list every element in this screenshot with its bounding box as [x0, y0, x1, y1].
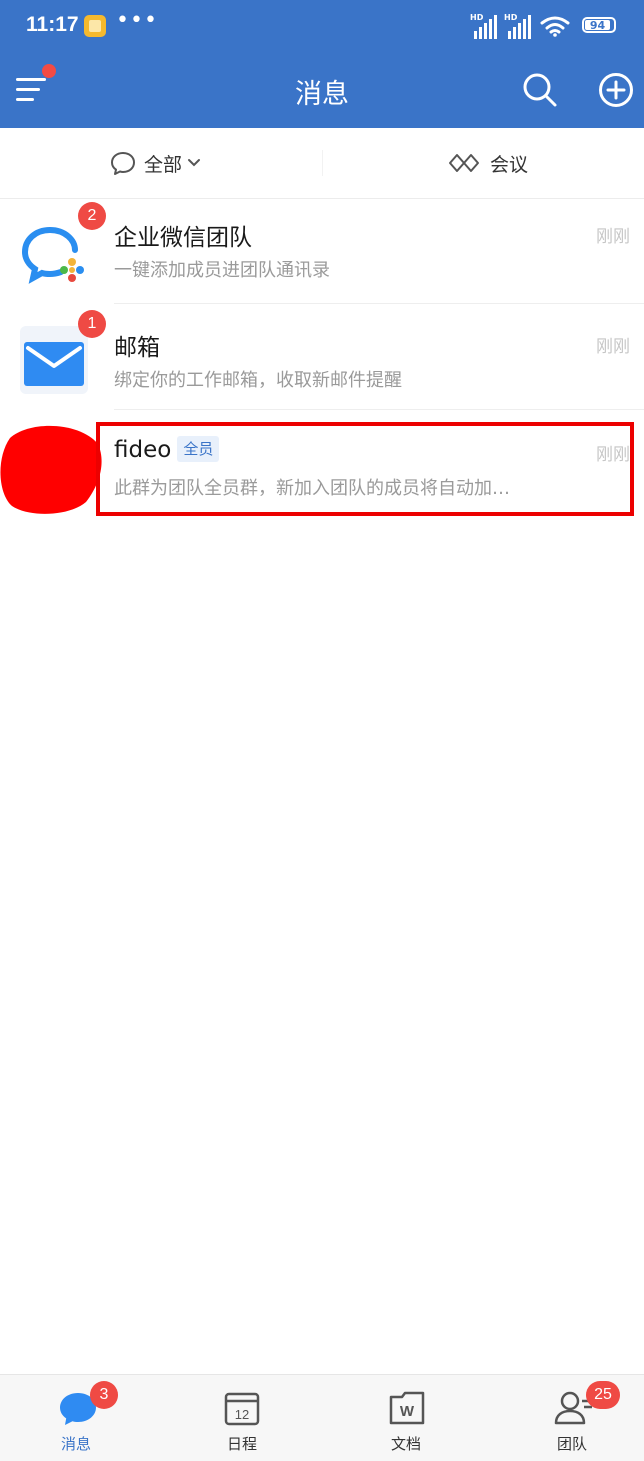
- tab-badge: 3: [90, 1381, 118, 1409]
- redaction-scribble: [0, 425, 102, 514]
- document-icon: W: [389, 1391, 425, 1425]
- tab-team[interactable]: 25 团队: [512, 1375, 632, 1461]
- add-button[interactable]: [598, 72, 634, 108]
- conversation-title: 企业微信团队: [114, 225, 252, 251]
- tab-schedule[interactable]: 12 日程: [182, 1375, 302, 1461]
- bottom-tab-bar: 3 消息 12 日程 W 文档 25 团队: [0, 1374, 644, 1461]
- search-icon: [523, 73, 557, 107]
- battery-level: 94: [585, 20, 610, 31]
- meeting-icon: [449, 154, 479, 172]
- mail-icon: [16, 322, 92, 398]
- doc-letter: W: [400, 1403, 415, 1420]
- more-notifications-icon: •••: [116, 8, 158, 33]
- conversation-time: 刚刚: [596, 337, 630, 357]
- filter-all-dropdown[interactable]: 全部: [110, 149, 210, 177]
- status-time: 11:17: [26, 13, 79, 36]
- signal-icon-2: HD: [504, 13, 532, 39]
- wecom-logo-icon: [20, 220, 88, 288]
- tab-badge: 25: [586, 1381, 620, 1409]
- search-button[interactable]: [522, 72, 558, 108]
- tab-label: 日程: [226, 1435, 257, 1453]
- meeting-label: 会议: [490, 153, 529, 176]
- meeting-tab[interactable]: 会议: [448, 149, 528, 177]
- conversation-item-mailbox[interactable]: 1 邮箱 绑定你的工作邮箱，收取新邮件提醒 刚刚: [0, 304, 644, 410]
- tab-label: 文档: [390, 1435, 421, 1453]
- plus-circle-icon: [599, 73, 633, 107]
- filter-all-label: 全部: [144, 153, 183, 176]
- filter-bar: 全部 会议: [0, 128, 644, 199]
- conversation-preview: 一键添加成员进团队通讯录: [114, 260, 330, 281]
- calendar-icon: 12: [224, 1392, 260, 1426]
- conversation-time: 刚刚: [596, 227, 630, 247]
- status-indicators: HD HD 94: [470, 13, 620, 39]
- status-bar: 11:17 ••• HD HD 94: [0, 0, 644, 52]
- conversation-item-wecom-team[interactable]: 2 企业微信团队 一键添加成员进团队通讯录 刚刚: [0, 198, 644, 304]
- highlight-box: [96, 422, 634, 516]
- tab-label: 消息: [60, 1435, 91, 1453]
- chevron-down-icon: [188, 159, 201, 167]
- wifi-icon: [540, 16, 570, 37]
- battery-icon: 94: [582, 17, 616, 33]
- notification-app-icon: [84, 15, 106, 37]
- tab-documents[interactable]: W 文档: [346, 1375, 466, 1461]
- chat-bubble-outline-icon: [111, 152, 135, 175]
- unread-badge: 2: [78, 202, 106, 230]
- unread-badge: 1: [78, 310, 106, 338]
- signal-icon: HD: [470, 13, 498, 39]
- top-nav-bar: 消息: [0, 52, 644, 128]
- tab-label: 团队: [556, 1435, 587, 1453]
- calendar-day: 12: [235, 1407, 249, 1422]
- conversation-preview: 绑定你的工作邮箱，收取新邮件提醒: [114, 370, 402, 391]
- filter-divider: [322, 150, 323, 176]
- tab-messages[interactable]: 3 消息: [16, 1375, 136, 1461]
- conversation-title: 邮箱: [114, 335, 160, 361]
